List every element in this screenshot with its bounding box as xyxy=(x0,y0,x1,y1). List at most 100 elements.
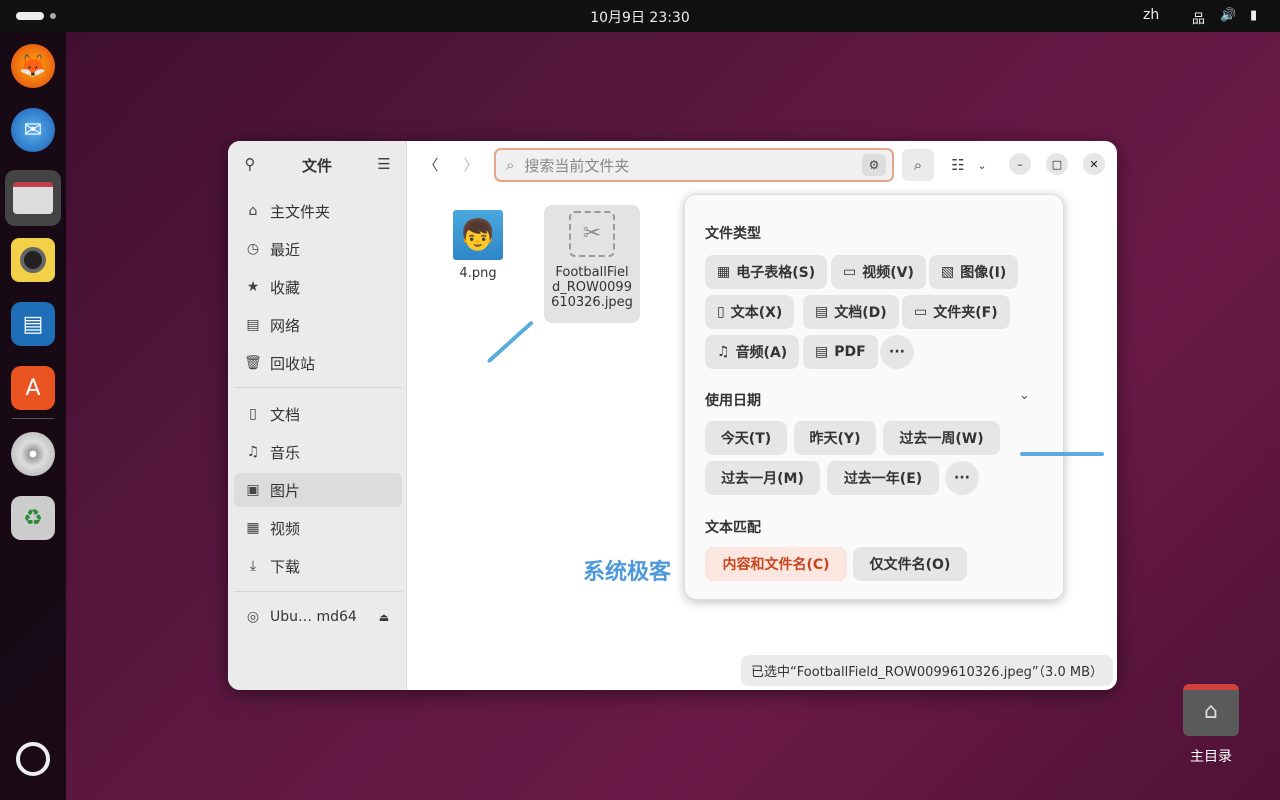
forward-button[interactable]: 〉 xyxy=(455,148,487,180)
dock-separator xyxy=(12,418,54,419)
sidebar: ⚲ 文件 ☰ ⌂ 主文件夹 ◷ 最近 ★ 收藏 ▤ 网络 🗑 回收站 ▯ 文档 ♫ 音乐 ▣ 图… xyxy=(228,141,407,690)
more-file-types-button[interactable]: ··· xyxy=(880,335,914,369)
menu-icon[interactable]: ☰ xyxy=(368,148,400,180)
sidebar-item-videos[interactable]: ▦ 视频 xyxy=(234,511,402,545)
more-dates-button[interactable]: ··· xyxy=(945,461,979,495)
app-center-icon[interactable]: A xyxy=(11,366,55,410)
sidebar-item-trash[interactable]: 🗑 回收站 xyxy=(234,346,402,380)
chip-last-month[interactable]: 过去一月(M) xyxy=(705,461,820,495)
sidebar-item-label: 网络 xyxy=(270,316,301,335)
image-thumbnail: 👦 xyxy=(453,210,503,260)
chip-today[interactable]: 今天(T) xyxy=(705,421,787,455)
search-input[interactable]: 搜索当前文件夹 xyxy=(524,155,629,176)
watermark: 系统极客 xyxy=(583,560,672,585)
input-language[interactable]: zh xyxy=(1143,7,1159,23)
sidebar-item-label: 主文件夹 xyxy=(270,202,331,221)
sidebar-item-music[interactable]: ♫ 音乐 xyxy=(234,435,402,469)
rhythmbox-icon[interactable] xyxy=(11,238,55,282)
sidebar-item-label: 回收站 xyxy=(270,354,316,373)
search-everywhere-button[interactable]: ⌕ xyxy=(902,149,934,181)
sidebar-item-label: 音乐 xyxy=(270,443,301,462)
chip-folder[interactable]: ▭ 文件夹(F) xyxy=(902,295,1010,329)
spreadsheet-icon: ▦ xyxy=(717,264,731,280)
dock: 🦊 ✉ ▤ A ♻ xyxy=(0,32,66,800)
search-filter-popover: 文件类型 ▦ 电子表格(S) ▭ 视频(V) ▧ 图像(I) ▯ 文本(X) ▤ 文档(D… xyxy=(684,194,1064,600)
battery-icon[interactable]: ▮ xyxy=(1250,8,1257,23)
minimize-button[interactable]: – xyxy=(1009,153,1031,175)
network-icon: ▤ xyxy=(246,317,260,333)
sidebar-item-starred[interactable]: ★ 收藏 xyxy=(234,270,402,304)
device-label: Ubu… md64 xyxy=(270,609,357,625)
sidebar-item-home[interactable]: ⌂ 主文件夹 xyxy=(234,194,402,228)
chip-label: 文档(D) xyxy=(834,305,887,321)
chip-last-year[interactable]: 过去一年(E) xyxy=(827,461,939,495)
trash-icon: 🗑 xyxy=(244,355,262,371)
maximize-button[interactable]: □ xyxy=(1046,153,1068,175)
chip-label: 电子表格(S) xyxy=(736,265,816,281)
close-button[interactable]: ✕ xyxy=(1083,153,1105,175)
chip-last-week[interactable]: 过去一周(W) xyxy=(883,421,1000,455)
chip-filename-only[interactable]: 仅文件名(O) xyxy=(853,547,967,581)
disc-icon[interactable] xyxy=(11,432,55,476)
chip-label: PDF xyxy=(834,344,866,360)
sidebar-item-recent[interactable]: ◷ 最近 xyxy=(234,232,402,266)
music-icon: ♫ xyxy=(717,344,730,360)
clock[interactable]: 10月9日 23:30 xyxy=(0,7,1280,27)
chevron-down-icon[interactable]: ⌄ xyxy=(1019,388,1030,403)
top-bar: 10月9日 23:30 zh 品 🔊 ▮ xyxy=(0,0,1280,32)
folder-icon: ▭ xyxy=(914,304,928,320)
status-bar: 已选中“FootballField_ROW0099610326.jpeg”（3.… xyxy=(741,655,1113,686)
chip-audio[interactable]: ♫ 音频(A) xyxy=(705,335,800,369)
section-heading: 文件类型 xyxy=(705,226,761,242)
annotation-arrow xyxy=(1020,452,1104,456)
chip-label: 音频(A) xyxy=(735,345,788,361)
desktop-home-folder[interactable]: ⌂ 主目录 xyxy=(1180,684,1242,766)
show-apps-icon[interactable] xyxy=(16,742,50,776)
sidebar-item-label: 最近 xyxy=(270,240,301,259)
sidebar-item-downloads[interactable]: ⤓ 下载 xyxy=(234,549,402,583)
file-name-line: d_ROW0099 xyxy=(552,280,632,295)
file-item-selected[interactable]: ✂ FootballFiel d_ROW0099 610326.jpeg xyxy=(544,205,640,323)
thunderbird-icon[interactable]: ✉ xyxy=(11,108,55,152)
chip-content-and-filename[interactable]: 内容和文件名(C) xyxy=(705,547,847,581)
section-heading: 使用日期 xyxy=(705,393,761,409)
chip-document[interactable]: ▤ 文档(D) xyxy=(803,295,899,329)
home-icon: ⌂ xyxy=(248,203,258,219)
video-icon: ▦ xyxy=(246,520,260,536)
sidebar-item-device[interactable]: ◎ Ubu… md64 ⏏ xyxy=(234,600,402,634)
sidebar-item-label: 收藏 xyxy=(270,278,301,297)
chip-yesterday[interactable]: 昨天(Y) xyxy=(794,421,876,455)
file-name: 4.png xyxy=(459,266,497,281)
chip-spreadsheet[interactable]: ▦ 电子表格(S) xyxy=(705,255,828,289)
files-icon[interactable] xyxy=(5,170,61,226)
filter-options-icon[interactable]: ⚙ xyxy=(862,154,886,176)
eject-icon[interactable]: ⏏ xyxy=(379,611,389,624)
file-item[interactable]: 👦 4.png xyxy=(444,207,512,281)
chip-pdf[interactable]: ▤ PDF xyxy=(803,335,878,369)
firefox-icon[interactable]: 🦊 xyxy=(11,44,55,88)
document-icon: ▯ xyxy=(249,406,257,422)
chip-label: 图像(I) xyxy=(960,265,1007,281)
file-name-line: FootballFiel xyxy=(555,265,629,280)
section-heading: 文本匹配 xyxy=(705,520,761,536)
chip-video[interactable]: ▭ 视频(V) xyxy=(831,255,926,289)
network-icon[interactable]: 品 xyxy=(1192,8,1205,27)
sidebar-item-network[interactable]: ▤ 网络 xyxy=(234,308,402,342)
download-icon: ⤓ xyxy=(249,558,257,574)
view-options-chevron-icon[interactable]: ⌄ xyxy=(972,149,992,181)
back-button[interactable]: 〈 xyxy=(415,148,447,180)
sidebar-item-label: 文档 xyxy=(270,405,301,424)
chip-image[interactable]: ▧ 图像(I) xyxy=(929,255,1019,289)
volume-icon[interactable]: 🔊 xyxy=(1220,8,1236,23)
trash-icon[interactable]: ♻ xyxy=(11,496,55,540)
sidebar-item-label: 下载 xyxy=(270,557,301,576)
search-folder-icon: ⌕ xyxy=(506,156,515,174)
sidebar-item-documents[interactable]: ▯ 文档 xyxy=(234,397,402,431)
list-view-button[interactable]: ☷ xyxy=(942,149,974,181)
search-field[interactable]: ⌕ 搜索当前文件夹 ⚙ xyxy=(494,148,894,182)
writer-icon[interactable]: ▤ xyxy=(11,302,55,346)
sidebar-item-label: 视频 xyxy=(270,519,301,538)
sidebar-item-pictures[interactable]: ▣ 图片 xyxy=(234,473,402,507)
divider xyxy=(234,387,402,388)
chip-text[interactable]: ▯ 文本(X) xyxy=(705,295,795,329)
